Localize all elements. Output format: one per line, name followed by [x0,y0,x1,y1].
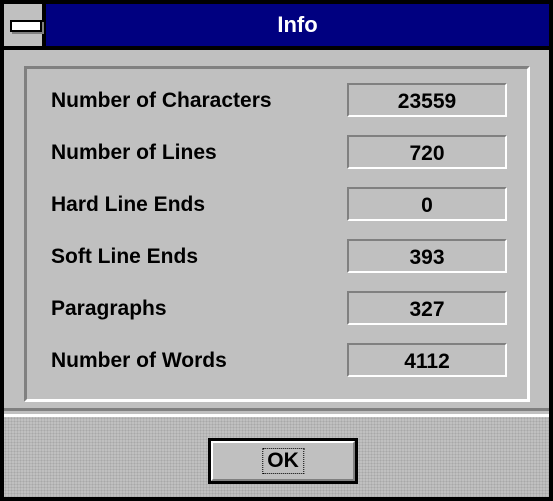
info-dialog: Info Number of Characters 23559 Number o… [0,0,553,501]
dialog-title: Info [277,12,318,37]
stat-value: 393 [347,239,507,273]
title-bar[interactable]: Info [4,4,549,50]
stat-label: Paragraphs [51,297,167,320]
ok-button[interactable]: OK [208,438,358,484]
stat-row-soft-line-ends: Soft Line Ends 393 [51,239,521,283]
system-menu-icon [10,20,42,32]
stat-row-lines: Number of Lines 720 [51,135,521,179]
stat-value: 327 [347,291,507,325]
stat-value: 23559 [347,83,507,117]
stat-value: 720 [347,135,507,169]
stat-value: 0 [347,187,507,221]
stat-value: 4112 [347,343,507,377]
stat-row-paragraphs: Paragraphs 327 [51,291,521,335]
stat-label: Hard Line Ends [51,193,206,216]
ok-button-label: OK [262,448,304,474]
button-bar: OK [4,414,549,497]
stat-label: Soft Line Ends [51,245,198,268]
stat-row-characters: Number of Characters 23559 [51,83,521,127]
stat-label: Number of Characters [51,89,272,112]
stat-row-hard-line-ends: Hard Line Ends 0 [51,187,521,231]
system-menu-button[interactable] [4,4,46,46]
stats-panel: Number of Characters 23559 Number of Lin… [24,66,530,402]
stat-label: Number of Words [51,349,227,372]
stat-label: Number of Lines [51,141,217,164]
divider [4,408,549,411]
stat-row-words: Number of Words 4112 [51,343,521,387]
